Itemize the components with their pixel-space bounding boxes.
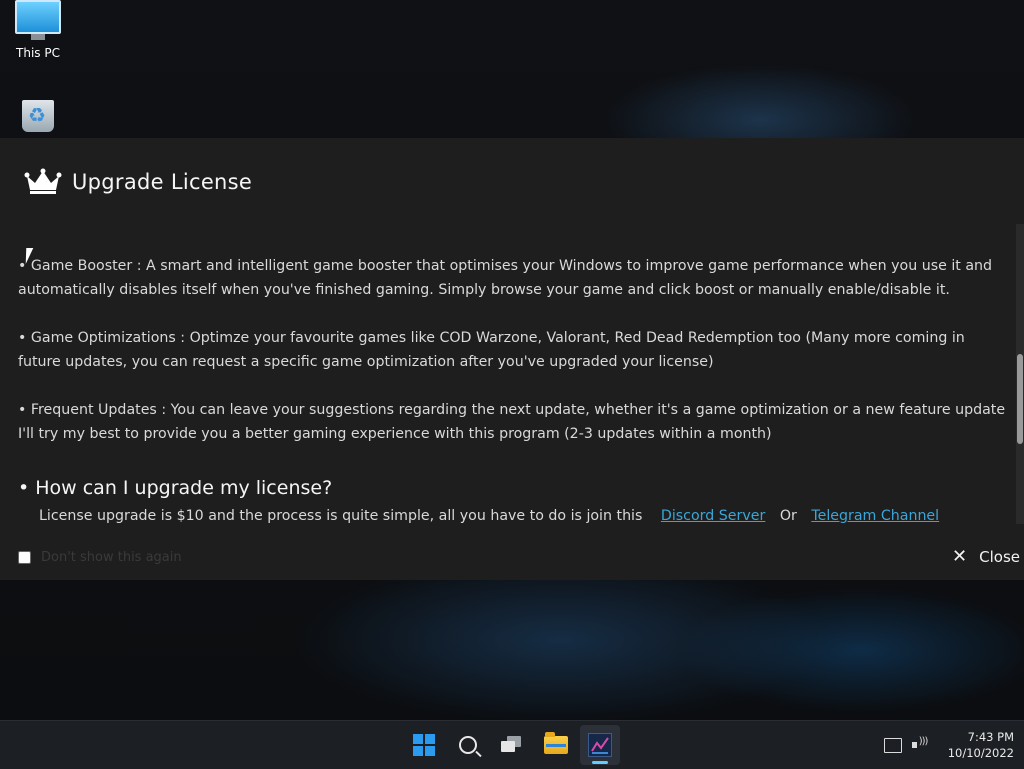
file-explorer-button[interactable] [536,725,576,765]
monitor-icon [15,0,61,40]
task-view-icon [501,736,523,754]
upgrade-question-heading: • How can I upgrade my license? [18,477,333,499]
feature-frequent-updates: • Frequent Updates : You can leave your … [18,402,1006,442]
discord-server-link[interactable]: Discord Server [661,508,765,524]
dialog-content-scroll[interactable]: • Game Booster : A smart and intelligent… [0,216,1014,536]
task-view-button[interactable] [492,725,532,765]
scrollbar-thumb[interactable] [1017,354,1023,444]
upgrade-answer: License upgrade is $10 and the process i… [39,504,939,528]
start-button[interactable] [404,725,444,765]
close-icon: ✕ [952,546,968,567]
telegram-channel-link[interactable]: Telegram Channel [811,508,939,524]
dont-show-again-label: Don't show this again [41,550,182,565]
dont-show-again-row[interactable]: Don't show this again [18,550,182,565]
close-label: Close [979,547,1020,566]
taskbar-apps [404,725,624,765]
network-icon[interactable] [883,737,902,753]
feature-game-booster: • Game Booster : A smart and intelligent… [18,258,993,298]
desktop-icon-label: This PC [16,46,60,60]
desktop-icon-this-pc[interactable]: This PC [0,0,76,60]
upgrade-license-dialog: Upgrade License • Game Booster : A smart… [0,138,1024,580]
search-icon [459,736,477,754]
clock-date: 10/10/2022 [947,746,1014,760]
performance-graph-icon [588,733,612,757]
close-button[interactable]: ✕ Close [952,546,1020,567]
game-booster-app-button[interactable] [580,725,620,765]
folder-icon [544,732,568,754]
clock[interactable]: 7:43 PM 10/10/2022 [948,729,1014,761]
answer-text: License upgrade is $10 and the process i… [39,508,643,524]
or-text: Or [779,508,797,524]
desktop-icon-recycle-bin[interactable] [0,100,76,132]
dialog-title: Upgrade License [72,170,253,194]
mouse-cursor [25,248,41,264]
dialog-header: Upgrade License [24,168,252,196]
search-button[interactable] [448,725,488,765]
system-tray: 7:43 PM 10/10/2022 [883,721,1014,769]
recycle-bin-icon [22,100,54,132]
feature-game-optimizations: • Game Optimizations : Optimze your favo… [18,330,965,370]
dont-show-again-checkbox[interactable] [18,551,31,564]
taskbar: 7:43 PM 10/10/2022 [0,720,1024,769]
scrollbar[interactable] [1016,224,1024,524]
windows-icon [413,734,435,756]
clock-time: 7:43 PM [967,730,1014,744]
crown-icon [24,168,62,194]
volume-icon[interactable] [911,736,930,752]
